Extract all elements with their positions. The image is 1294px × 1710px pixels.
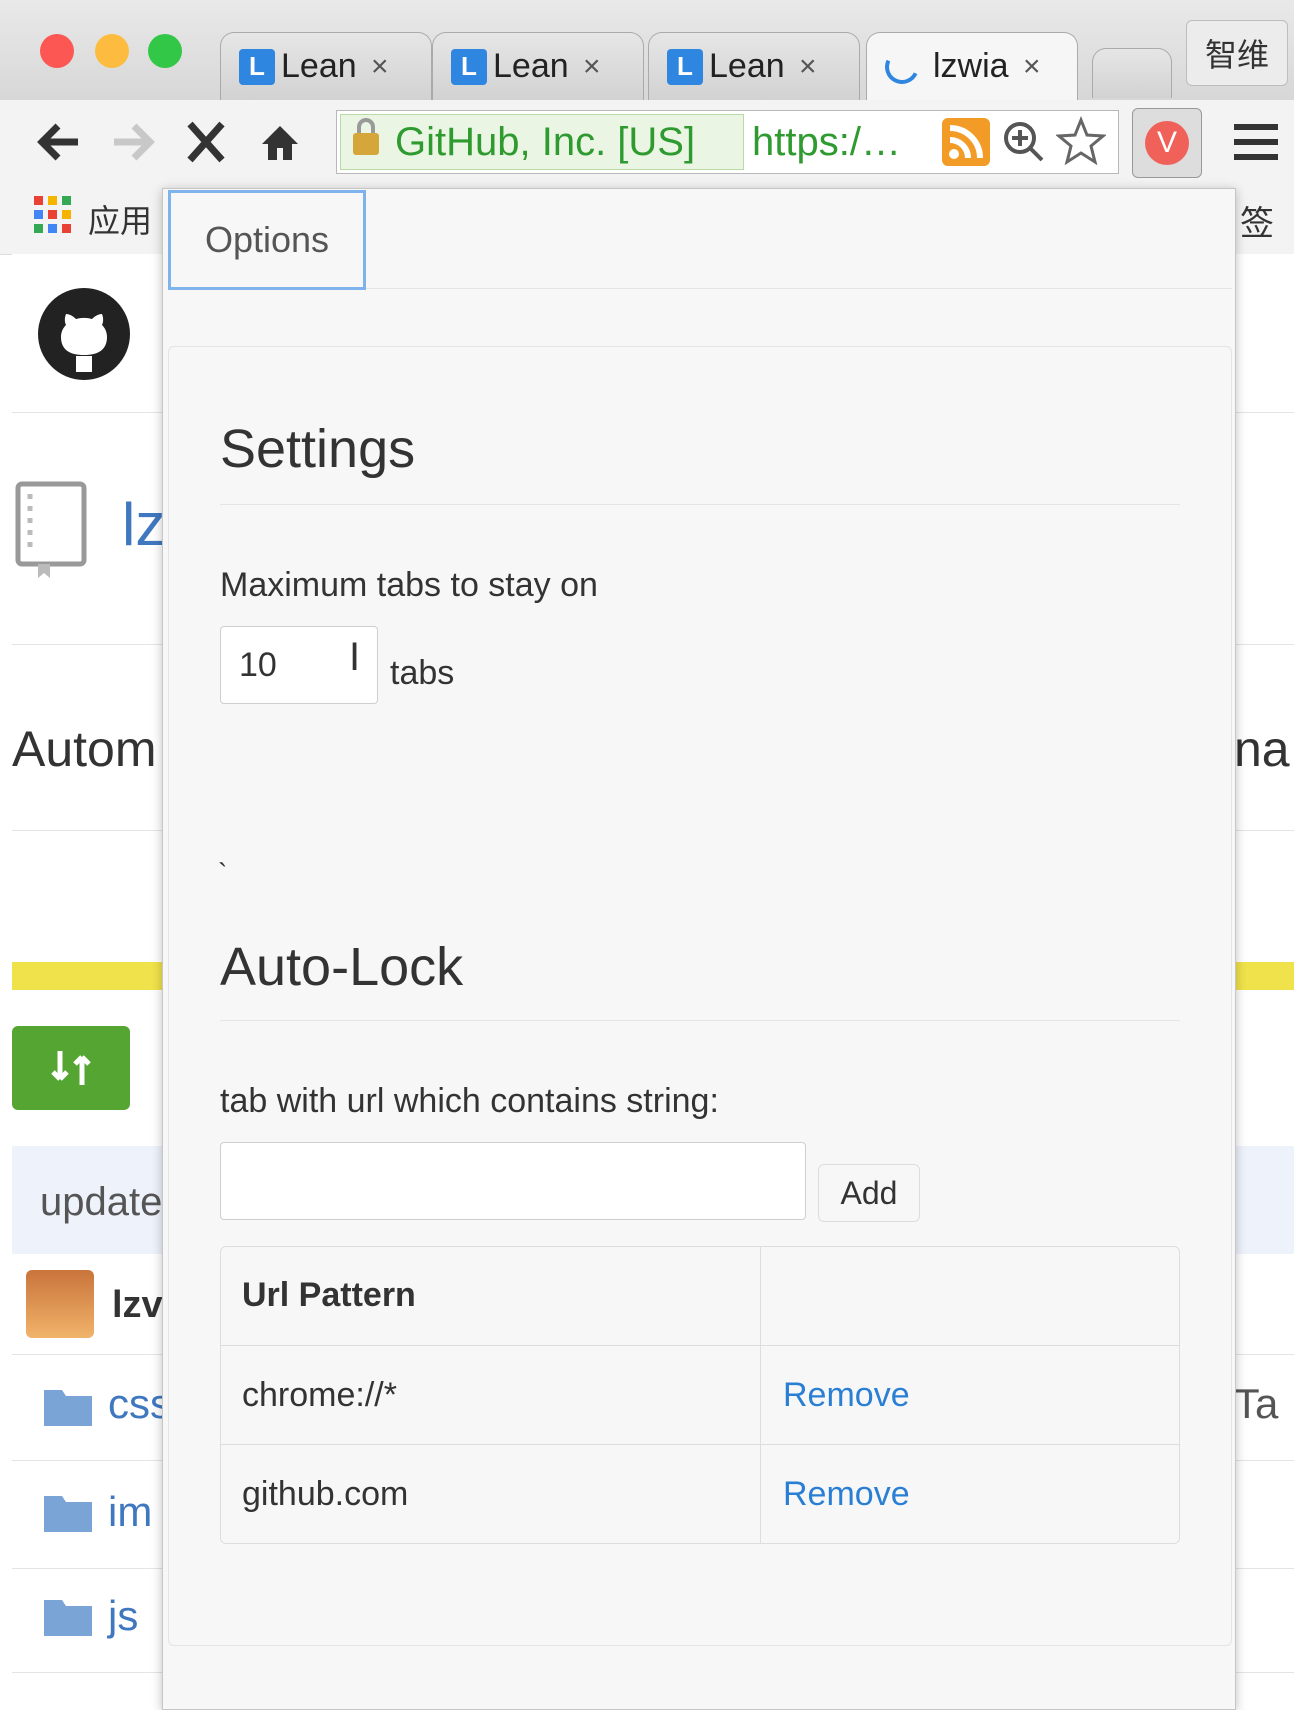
close-window-button[interactable]: [40, 34, 74, 68]
browser-tab[interactable]: L Lean ×: [432, 32, 644, 100]
add-pattern-button[interactable]: Add: [818, 1164, 920, 1222]
browser-tab[interactable]: L Lean ×: [648, 32, 860, 100]
repo-description-fragment: Autom: [12, 721, 157, 777]
text-cursor-icon: I: [349, 635, 361, 679]
loading-spinner-icon: [880, 44, 924, 89]
lean-favicon-icon: L: [667, 48, 703, 85]
repo-name-fragment[interactable]: lz: [122, 490, 165, 559]
lean-favicon-icon: L: [451, 48, 487, 85]
github-logo-icon[interactable]: [36, 286, 132, 387]
remove-link[interactable]: Remove: [761, 1346, 1179, 1444]
table-row-pattern: chrome://*: [242, 1375, 397, 1414]
forward-arrow-icon[interactable]: [108, 110, 158, 190]
extension-badge: V: [1145, 121, 1189, 165]
tab-close-icon[interactable]: ×: [583, 50, 601, 84]
auto-lock-heading: Auto-Lock: [220, 937, 464, 997]
tab-title: Lean: [709, 47, 785, 85]
bookmark-right-label[interactable]: 签: [1240, 196, 1274, 245]
stray-mark: `: [218, 858, 228, 889]
tab-options[interactable]: Options: [168, 190, 366, 290]
commit-message-fragment[interactable]: update: [40, 1180, 162, 1225]
lock-icon: [351, 117, 381, 167]
url-text[interactable]: https:/…: [752, 114, 901, 170]
security-label: GitHub, Inc. [US]: [395, 119, 696, 164]
tab-close-icon[interactable]: ×: [371, 50, 389, 84]
tab-title: Lean: [493, 47, 569, 85]
commit-author-fragment[interactable]: lzv: [112, 1284, 163, 1327]
lean-favicon-icon: L: [239, 48, 275, 85]
menu-hamburger-icon[interactable]: [1234, 122, 1278, 167]
folder-icon: [44, 1596, 92, 1641]
back-arrow-icon[interactable]: [34, 110, 84, 190]
avatar[interactable]: [26, 1270, 94, 1338]
stop-loading-icon[interactable]: [184, 110, 228, 190]
tab-title: Lean: [281, 47, 357, 85]
repo-book-icon: [14, 480, 90, 585]
compare-icon: [51, 1051, 91, 1085]
bookmark-apps-label[interactable]: 应用: [88, 196, 152, 242]
table-header-action: [761, 1246, 1179, 1345]
tab-close-icon[interactable]: ×: [799, 50, 817, 84]
folder-icon: [44, 1492, 92, 1537]
extension-button[interactable]: V: [1132, 108, 1202, 178]
table-header-url-pattern: Url Pattern: [242, 1276, 416, 1314]
remove-link[interactable]: Remove: [761, 1445, 1179, 1543]
apps-grid-icon[interactable]: [34, 196, 72, 239]
url-pattern-input[interactable]: [220, 1142, 806, 1220]
max-tabs-label: Maximum tabs to stay on: [220, 566, 598, 604]
security-chip[interactable]: GitHub, Inc. [US]: [340, 114, 744, 170]
max-tabs-unit: tabs: [390, 654, 455, 692]
profile-button[interactable]: 智维: [1186, 20, 1288, 86]
tab-close-icon[interactable]: ×: [1023, 50, 1041, 84]
rss-icon[interactable]: [942, 118, 990, 166]
zoom-icon[interactable]: [1000, 118, 1046, 171]
file-link[interactable]: im: [108, 1488, 152, 1536]
compare-button[interactable]: [12, 1026, 130, 1110]
max-tabs-value: 10: [239, 645, 277, 684]
browser-tab-active[interactable]: lzwia ×: [866, 32, 1078, 100]
table-row-pattern: github.com: [242, 1474, 409, 1513]
url-contains-label: tab with url which contains string:: [220, 1082, 719, 1120]
repo-description-fragment-right: na: [1234, 721, 1290, 777]
file-link[interactable]: js: [108, 1592, 138, 1640]
new-tab-button[interactable]: [1092, 48, 1172, 98]
settings-heading: Settings: [220, 419, 416, 479]
file-message-fragment: Ta: [1234, 1380, 1279, 1427]
maximize-window-button[interactable]: [148, 34, 182, 68]
bookmark-star-icon[interactable]: [1055, 115, 1107, 171]
folder-icon: [44, 1386, 92, 1431]
browser-tab[interactable]: L Lean ×: [220, 32, 432, 100]
max-tabs-input[interactable]: 10 I: [220, 626, 378, 704]
home-icon[interactable]: [258, 110, 302, 190]
tab-title: lzwia: [933, 47, 1009, 85]
minimize-window-button[interactable]: [95, 34, 129, 68]
